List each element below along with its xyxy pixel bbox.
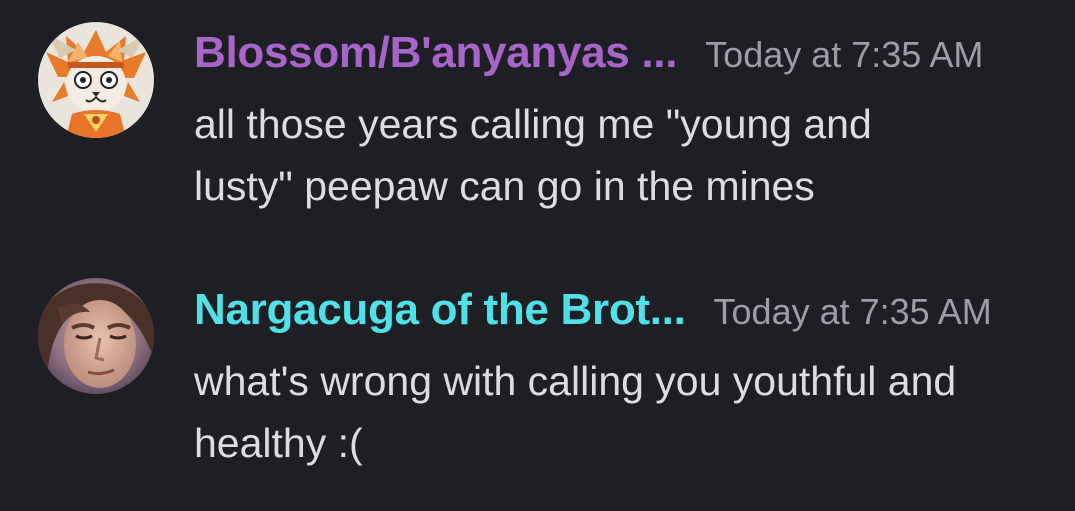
message-header: Blossom/B'anyanyas ... Today at 7:35 AM xyxy=(194,28,983,78)
person-face-avatar-icon xyxy=(38,278,154,394)
chat-message: Blossom/B'anyanyas ... Today at 7:35 AM a… xyxy=(0,0,1075,255)
message-line: lusty" peepaw can go in the mines xyxy=(194,163,815,209)
message-header: Nargacuga of the Brot... Today at 7:35 AM xyxy=(194,285,992,335)
orange-cat-character-avatar-icon xyxy=(38,22,154,138)
message-line: what's wrong with calling you youthful a… xyxy=(194,358,957,404)
chat-message: Nargacuga of the Brot... Today at 7:35 AM… xyxy=(0,255,1075,511)
message-line: healthy :( xyxy=(194,420,363,466)
user-avatar[interactable] xyxy=(38,22,154,138)
username[interactable]: Blossom/B'anyanyas ... xyxy=(194,28,677,78)
username[interactable]: Nargacuga of the Brot... xyxy=(194,285,686,335)
message-line: all those years calling me "young and xyxy=(194,101,872,147)
user-avatar[interactable] xyxy=(38,278,154,394)
message-content: all those years calling me "young and lu… xyxy=(194,93,1054,217)
timestamp[interactable]: Today at 7:35 AM xyxy=(714,291,992,333)
message-content: what's wrong with calling you youthful a… xyxy=(194,350,1054,474)
timestamp[interactable]: Today at 7:35 AM xyxy=(705,34,983,76)
